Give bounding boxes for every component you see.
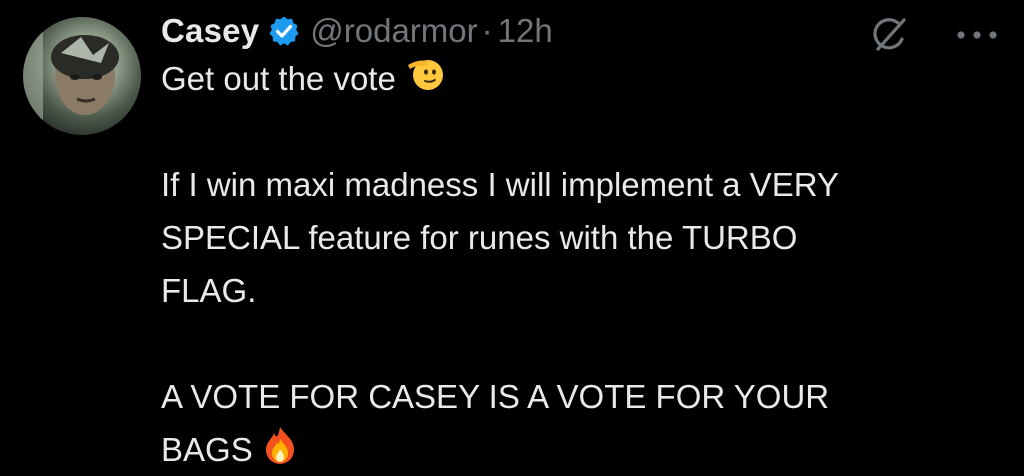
tweet-text-line-2: If I win maxi madness I will implement a… — [161, 166, 839, 203]
tweet-text-line-1: Get out the vote — [161, 60, 396, 97]
more-options-icon[interactable] — [952, 22, 1002, 48]
tweet-line: If I win maxi madness I will implement a… — [161, 158, 1001, 211]
tweet-text: Get out the vote If I win maxi madness I… — [161, 52, 1001, 476]
tweet-line: A VOTE FOR CASEY IS A VOTE FOR YOUR — [161, 370, 1001, 423]
tweet-line: FLAG. — [161, 264, 1001, 317]
author-name[interactable]: Casey — [161, 12, 259, 50]
separator-dot: · — [481, 12, 493, 49]
verified-badge-icon — [268, 15, 300, 47]
tweet-text-line-5: A VOTE FOR CASEY IS A VOTE FOR YOUR — [161, 378, 830, 415]
tweet-line: BAGS — [161, 423, 1001, 476]
tweet-text-line-4: FLAG. — [161, 272, 257, 309]
tweet-text-line-6: BAGS — [161, 431, 253, 468]
grok-icon[interactable] — [868, 13, 912, 57]
tweet-text-line-3: SPECIAL feature for runes with the TURBO — [161, 219, 798, 256]
tweet-line: SPECIAL feature for runes with the TURBO — [161, 211, 1001, 264]
saluting-face-emoji — [406, 55, 444, 108]
avatar[interactable] — [23, 17, 141, 135]
fire-emoji — [263, 425, 297, 476]
timestamp[interactable]: 12h — [498, 12, 553, 50]
tweet-line: Get out the vote — [161, 52, 1001, 105]
author-handle[interactable]: @rodarmor — [310, 12, 477, 50]
tweet-card: Casey @rodarmor · 12h Get out the vote I… — [0, 0, 1024, 476]
tweet-header: Casey @rodarmor · 12h — [161, 6, 553, 56]
